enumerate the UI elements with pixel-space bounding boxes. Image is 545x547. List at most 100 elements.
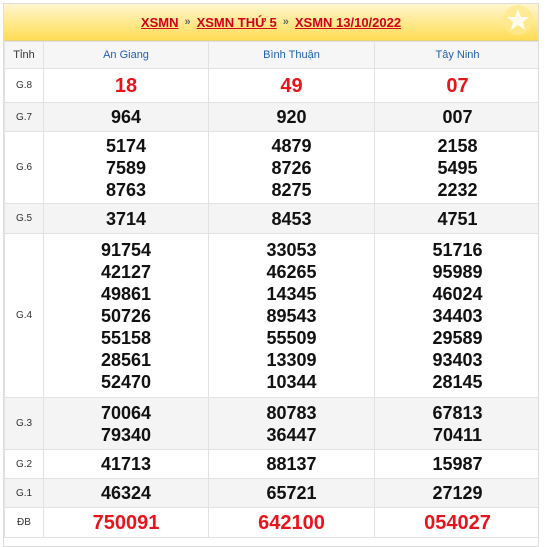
prize-cell: 51716 95989 46024 34403 29589 93403 28145 (374, 233, 538, 398)
table-row: ĐB 750091 642100 054027 (4, 507, 538, 538)
prize-number: 3714 (105, 208, 147, 229)
breadcrumb: XSMN » XSMN THỨ 5 » XSMN 13/10/2022 (4, 4, 538, 41)
prize-number: 8453 (271, 208, 312, 229)
prize-number: 27129 (432, 483, 483, 503)
table-row: G.5 3714 8453 4751 (4, 203, 538, 234)
prize-number: 89543 (266, 305, 317, 326)
prize-number: 91754 (100, 239, 152, 260)
prize-number: 46265 (266, 261, 317, 282)
breadcrumb-separator: » (282, 16, 289, 28)
prize-number: 70411 (432, 424, 483, 445)
prize-number: 054027 (424, 511, 491, 534)
prize-cell: 46324 (43, 478, 209, 508)
prize-label: G.3 (4, 397, 44, 450)
prize-number: 7589 (105, 157, 147, 178)
prize-label: G.7 (4, 102, 44, 132)
prize-cell: 67813 70411 (374, 397, 538, 450)
prize-label: ĐB (4, 507, 44, 538)
prize-cell: 2158 5495 2232 (374, 131, 538, 204)
table-row: G.8 18 49 07 (4, 68, 538, 103)
breadcrumb-xsmn-date-link[interactable]: XSMN 13/10/2022 (295, 15, 401, 30)
prize-number: 2158 (437, 135, 478, 156)
prize-number: 42127 (100, 261, 152, 282)
prize-number: 79340 (100, 424, 152, 445)
column-header-province[interactable]: Bình Thuận (208, 41, 375, 69)
breadcrumb-xsmn-link[interactable]: XSMN (141, 15, 179, 30)
prize-cell: 054027 (374, 507, 538, 538)
prize-number: 10344 (266, 371, 317, 392)
prize-number: 28561 (100, 349, 152, 370)
prize-number: 15987 (432, 454, 483, 474)
prize-number: 49861 (100, 283, 152, 304)
prize-number: 29589 (432, 327, 483, 348)
prize-cell: 91754 42127 49861 50726 55158 28561 52470 (43, 233, 209, 398)
prize-label: G.8 (4, 68, 44, 103)
prize-cell: 750091 (43, 507, 209, 538)
table-row: G.1 46324 65721 27129 (4, 478, 538, 508)
prize-cell: 642100 (208, 507, 375, 538)
table-row: G.6 5174 7589 8763 4879 8726 8275 2158 5495 2232 (4, 131, 538, 204)
prize-cell: 27129 (374, 478, 538, 508)
prize-number: 88137 (266, 454, 317, 474)
prize-cell: 964 (43, 102, 209, 132)
prize-cell: 007 (374, 102, 538, 132)
table-header-row: Tỉnh An Giang Bình Thuận Tây Ninh (4, 41, 538, 69)
prize-cell: 4879 8726 8275 (208, 131, 375, 204)
column-header-province[interactable]: Tây Ninh (374, 41, 538, 69)
column-header-label: Tỉnh (4, 41, 44, 69)
prize-cell: 65721 (208, 478, 375, 508)
prize-cell: 15987 (374, 449, 538, 479)
prize-cell: 70064 79340 (43, 397, 209, 450)
results-panel: XSMN » XSMN THỨ 5 » XSMN 13/10/2022 Tỉnh… (3, 3, 539, 547)
prize-number: 28145 (432, 371, 483, 392)
prize-cell: 07 (374, 68, 538, 103)
prize-label: G.4 (4, 233, 44, 398)
prize-cell: 5174 7589 8763 (43, 131, 209, 204)
results-table: Tỉnh An Giang Bình Thuận Tây Ninh G.8 18 4… (4, 41, 538, 538)
prize-number: 46324 (100, 483, 152, 503)
prize-number: 750091 (92, 511, 160, 534)
column-header-province[interactable]: An Giang (43, 41, 209, 69)
prize-cell: 920 (208, 102, 375, 132)
prize-number: 8275 (271, 179, 312, 200)
prize-number: 65721 (266, 483, 317, 503)
prize-number: 5495 (437, 157, 478, 178)
prize-number: 67813 (432, 402, 483, 423)
prize-number: 41713 (100, 454, 152, 474)
breadcrumb-xsmn-thu5-link[interactable]: XSMN THỨ 5 (197, 15, 277, 30)
prize-cell: 88137 (208, 449, 375, 479)
prize-number: 95989 (432, 261, 483, 282)
prize-number: 33053 (266, 239, 317, 260)
prize-number: 07 (446, 74, 469, 97)
prize-number: 93403 (432, 349, 483, 370)
prize-number: 46024 (432, 283, 483, 304)
prize-number: 49 (280, 74, 303, 97)
prize-number: 4879 (271, 135, 312, 156)
prize-number: 4751 (437, 208, 478, 229)
prize-number: 50726 (100, 305, 152, 326)
prize-number: 007 (442, 107, 473, 127)
prize-number: 51716 (432, 239, 483, 260)
prize-number: 964 (110, 107, 142, 127)
prize-number: 2232 (437, 179, 478, 200)
star-icon (503, 5, 533, 35)
prize-number: 34403 (432, 305, 483, 326)
prize-cell: 4751 (374, 203, 538, 234)
prize-number: 55158 (100, 327, 152, 348)
prize-label: G.2 (4, 449, 44, 479)
prize-number: 8763 (105, 179, 147, 200)
prize-number: 18 (114, 74, 138, 97)
prize-number: 70064 (100, 402, 152, 423)
prize-cell: 18 (43, 68, 209, 103)
table-row: G.3 70064 79340 80783 36447 67813 70411 (4, 397, 538, 450)
prize-cell: 3714 (43, 203, 209, 234)
breadcrumb-separator: » (184, 16, 191, 28)
prize-cell: 8453 (208, 203, 375, 234)
prize-cell: 33053 46265 14345 89543 55509 13309 10344 (208, 233, 375, 398)
prize-number: 642100 (258, 511, 325, 534)
prize-cell: 49 (208, 68, 375, 103)
prize-number: 52470 (100, 371, 152, 392)
prize-number: 14345 (266, 283, 317, 304)
prize-number: 8726 (271, 157, 312, 178)
prize-number: 36447 (266, 424, 317, 445)
